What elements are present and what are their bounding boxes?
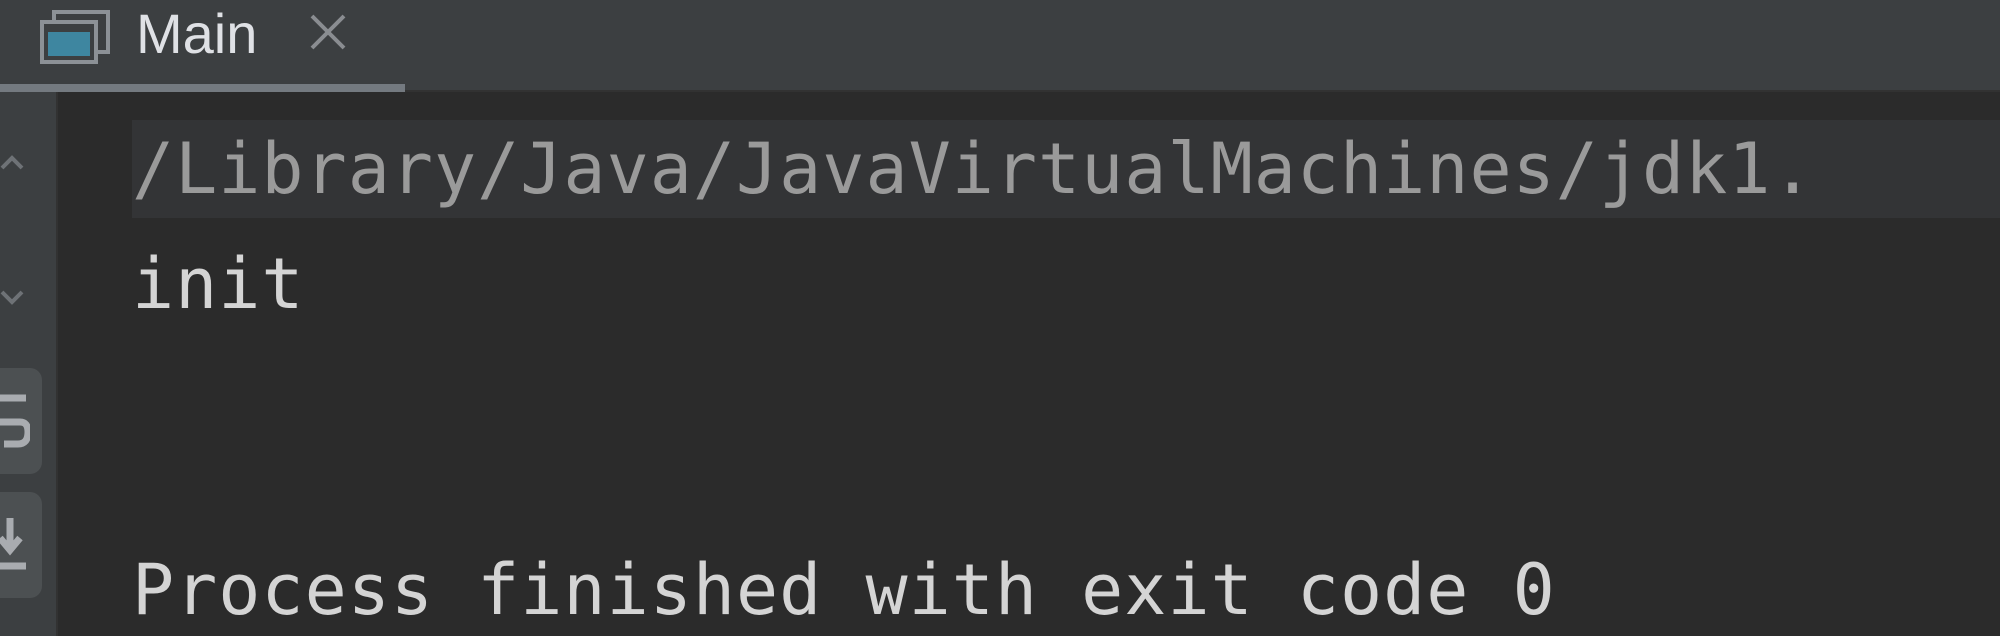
run-tool-window: Main /Library/Java/JavaVirtualMachines/j… (0, 0, 2000, 636)
active-tab-indicator (0, 84, 405, 92)
tab-main[interactable]: Main (0, 0, 405, 92)
console-output[interactable]: /Library/Java/JavaVirtualMachines/jdk1. … (60, 94, 2000, 636)
up-arrow-icon[interactable] (0, 148, 30, 178)
down-arrow-icon[interactable] (0, 282, 30, 312)
scroll-to-end-icon (0, 518, 26, 570)
command-line: /Library/Java/JavaVirtualMachines/jdk1. (132, 120, 2000, 218)
output-line: init (132, 243, 305, 325)
scroll-to-end-button[interactable] (0, 492, 42, 598)
exit-status-line: Process finished with exit code 0 (132, 549, 1556, 631)
tab-title: Main (136, 2, 258, 65)
close-icon[interactable] (306, 10, 350, 54)
run-tab-bar: Main (0, 0, 2000, 92)
soft-wrap-button[interactable] (0, 368, 42, 474)
console-side-toolbar (0, 92, 58, 636)
soft-wrap-icon (0, 394, 30, 448)
console-window-icon (40, 10, 110, 64)
